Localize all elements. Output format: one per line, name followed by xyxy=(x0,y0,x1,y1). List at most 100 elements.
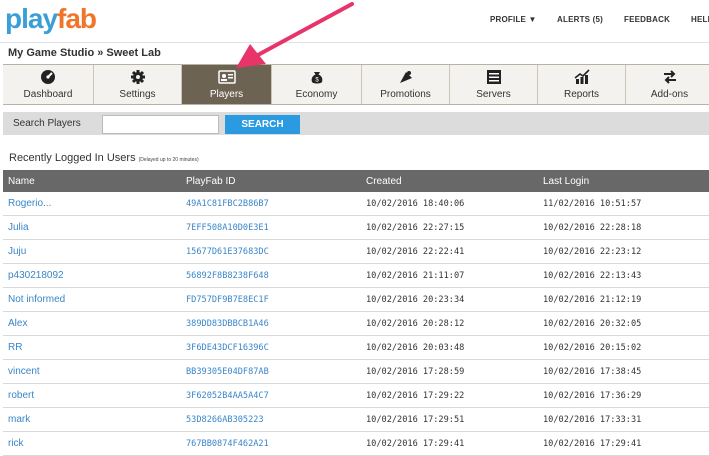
table-row: rick 767BB0874F462A21 10/02/2016 17:29:41 1… xyxy=(3,432,709,456)
last-login-cell: 10/02/2016 20:32:05 xyxy=(543,319,642,329)
player-name-link[interactable]: rick xyxy=(8,438,24,449)
table-row: Alex 389DD83DBBCB1A46 10/02/2016 20:28:12 1… xyxy=(3,312,709,336)
last-login-cell: 10/02/2016 17:36:29 xyxy=(543,391,642,401)
tab-label: Dashboard xyxy=(23,89,73,100)
breadcrumb: My Game Studio » Sweet Lab xyxy=(8,47,161,59)
tab-label: Players xyxy=(209,89,244,100)
last-login-cell: 10/02/2016 22:23:12 xyxy=(543,247,642,257)
search-players-input[interactable] xyxy=(102,115,219,134)
column-header-playfab-id[interactable]: PlayFab ID xyxy=(186,176,235,187)
money-bag-icon: $ xyxy=(272,69,361,85)
table-row: robert 3F62052B4AA5A4C7 10/02/2016 17:29:2… xyxy=(3,384,709,408)
search-button[interactable]: SEARCH xyxy=(225,115,300,134)
playfab-id-link[interactable]: 15677D61E37683DC xyxy=(186,247,269,257)
tab-servers[interactable]: Servers xyxy=(449,65,537,104)
main-tab-bar: Dashboard Settings Players $ Economy Pro… xyxy=(3,64,709,105)
tab-settings[interactable]: Settings xyxy=(93,65,181,104)
player-name-link[interactable]: vincent xyxy=(8,366,40,377)
table-row: vincent BB39305E04DF87AB 10/02/2016 17:28:… xyxy=(3,360,709,384)
playfab-id-link[interactable]: 53D8266AB305223 xyxy=(186,415,264,425)
table-row: Not informed FD757DF9B7E8EC1F 10/02/2016 2… xyxy=(3,288,709,312)
profile-menu[interactable]: PROFILE ▼ xyxy=(490,15,537,24)
playfab-id-link[interactable]: 389DD83DBBCB1A46 xyxy=(186,319,269,329)
table-row: p430218092 56892F8B8238F648 10/02/2016 21:… xyxy=(3,264,709,288)
table-header: Name PlayFab ID Created Last Login xyxy=(3,170,709,192)
created-cell: 10/02/2016 22:27:15 xyxy=(366,223,465,233)
created-cell: 10/02/2016 17:29:51 xyxy=(366,415,465,425)
player-name-link[interactable]: Not informed xyxy=(8,294,65,305)
feedback-link[interactable]: FEEDBACK xyxy=(624,15,670,24)
player-name-link[interactable]: Julia xyxy=(8,222,29,233)
player-name-link[interactable]: RR xyxy=(8,342,22,353)
delay-note: (Delayed up to 20 minutes) xyxy=(138,157,199,163)
megaphone-icon xyxy=(362,69,449,85)
players-card-icon xyxy=(182,69,271,85)
table-row: RR 3F6DE43DCF16396C 10/02/2016 20:03:48 10/… xyxy=(3,336,709,360)
player-name-link[interactable]: p430218092 xyxy=(8,270,64,281)
player-name-link[interactable]: Rogerio... xyxy=(8,198,51,209)
column-header-created[interactable]: Created xyxy=(366,176,402,187)
playfab-id-link[interactable]: FD757DF9B7E8EC1F xyxy=(186,295,269,305)
recent-users-heading: Recently Logged In Users (Delayed up to 2… xyxy=(9,152,199,164)
created-cell: 10/02/2016 22:22:41 xyxy=(366,247,465,257)
alerts-link[interactable]: ALERTS (5) xyxy=(557,15,603,24)
player-name-link[interactable]: Juju xyxy=(8,246,26,257)
last-login-cell: 10/02/2016 17:38:45 xyxy=(543,367,642,377)
recent-users-table: Name PlayFab ID Created Last Login Roger… xyxy=(3,170,709,456)
last-login-cell: 10/02/2016 21:12:19 xyxy=(543,295,642,305)
table-row: Julia 7EFF508A10D0E3E1 10/02/2016 22:27:15… xyxy=(3,216,709,240)
created-cell: 10/02/2016 20:28:12 xyxy=(366,319,465,329)
tab-label: Add-ons xyxy=(650,89,689,100)
playfab-id-link[interactable]: 56892F8B8238F648 xyxy=(186,271,269,281)
playfab-id-link[interactable]: 3F6DE43DCF16396C xyxy=(186,343,269,353)
last-login-cell: 10/02/2016 22:13:43 xyxy=(543,271,642,281)
column-header-name[interactable]: Name xyxy=(8,176,35,187)
playfab-id-link[interactable]: BB39305E04DF87AB xyxy=(186,367,269,377)
last-login-cell: 10/02/2016 22:28:18 xyxy=(543,223,642,233)
playfab-id-link[interactable]: 767BB0874F462A21 xyxy=(186,439,269,449)
search-label: Search Players xyxy=(13,118,81,129)
table-row: Rogerio... 49A1C81FBC2B86B7 10/02/2016 18:… xyxy=(3,192,709,216)
last-login-cell: 10/02/2016 20:15:02 xyxy=(543,343,642,353)
player-name-link[interactable]: Alex xyxy=(8,318,27,329)
logo-fab-text: fab xyxy=(57,3,97,34)
playfab-id-link[interactable]: 7EFF508A10D0E3E1 xyxy=(186,223,269,233)
created-cell: 10/02/2016 17:29:41 xyxy=(366,439,465,449)
playfab-logo[interactable]: playfab xyxy=(5,3,97,35)
table-row: mark 53D8266AB305223 10/02/2016 17:29:51 10… xyxy=(3,408,709,432)
column-header-last-login[interactable]: Last Login xyxy=(543,176,589,187)
tab-promotions[interactable]: Promotions xyxy=(361,65,449,104)
created-cell: 10/02/2016 18:40:06 xyxy=(366,199,465,209)
tab-label: Reports xyxy=(563,89,599,100)
tab-players[interactable]: Players xyxy=(181,65,271,104)
logo-play-text: play xyxy=(5,3,58,34)
tab-label: Settings xyxy=(119,89,156,100)
tab-economy[interactable]: $ Economy xyxy=(271,65,361,104)
gear-icon xyxy=(94,69,181,85)
player-name-link[interactable]: robert xyxy=(8,390,34,401)
playfab-id-link[interactable]: 49A1C81FBC2B86B7 xyxy=(186,199,269,209)
last-login-cell: 10/02/2016 17:33:31 xyxy=(543,415,642,425)
tab-dashboard[interactable]: Dashboard xyxy=(3,65,93,104)
tab-label: Economy xyxy=(295,89,338,100)
recent-users-title: Recently Logged In Users xyxy=(9,152,136,164)
table-row: Juju 15677D61E37683DC 10/02/2016 22:22:41 1… xyxy=(3,240,709,264)
tab-add-ons[interactable]: Add-ons xyxy=(625,65,709,104)
created-cell: 10/02/2016 21:11:07 xyxy=(366,271,465,281)
playfab-id-link[interactable]: 3F62052B4AA5A4C7 xyxy=(186,391,269,401)
search-bar: Search Players SEARCH xyxy=(3,112,709,135)
help-link[interactable]: HELP xyxy=(691,15,709,24)
tab-reports[interactable]: Reports xyxy=(537,65,625,104)
server-icon xyxy=(450,69,537,85)
created-cell: 10/02/2016 17:29:22 xyxy=(366,391,465,401)
created-cell: 10/02/2016 20:03:48 xyxy=(366,343,465,353)
created-cell: 10/02/2016 17:28:59 xyxy=(366,367,465,377)
swap-arrows-icon xyxy=(626,69,709,85)
created-cell: 10/02/2016 20:23:34 xyxy=(366,295,465,305)
chart-icon xyxy=(538,69,625,85)
player-name-link[interactable]: mark xyxy=(8,414,30,425)
dashboard-icon xyxy=(3,69,93,85)
tab-label: Promotions xyxy=(380,89,431,100)
last-login-cell: 11/02/2016 10:51:57 xyxy=(543,199,642,209)
tab-label: Servers xyxy=(476,89,511,100)
